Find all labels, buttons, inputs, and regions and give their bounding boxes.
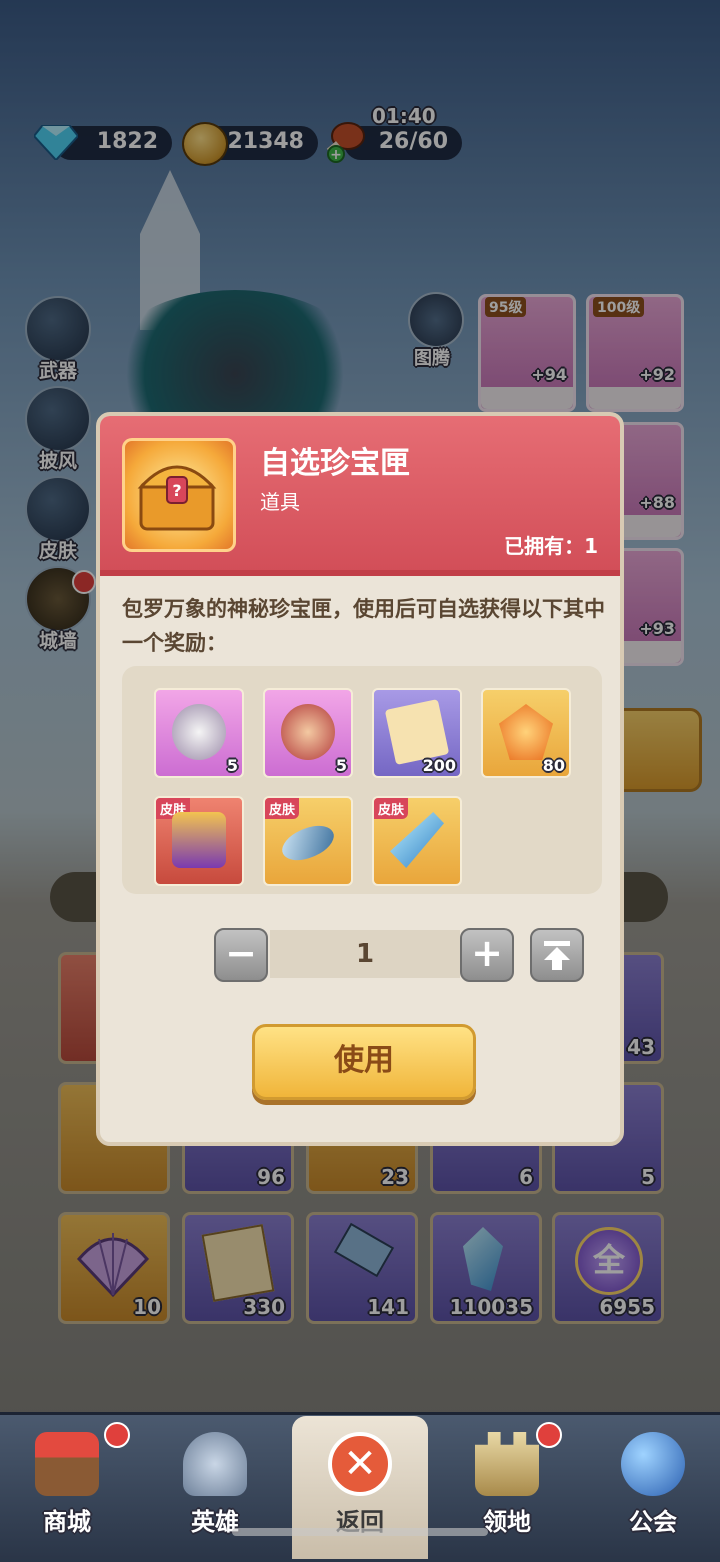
planet-icon xyxy=(621,1432,685,1496)
shop-icon xyxy=(35,1432,99,1496)
reward-item[interactable]: 5 xyxy=(154,688,244,778)
close-icon: ✕ xyxy=(328,1432,392,1496)
reward-item[interactable]: 皮肤 xyxy=(154,796,244,886)
hero-white-hair-icon xyxy=(172,704,226,760)
modal-subtitle: 道具 xyxy=(260,490,300,514)
reward-item[interactable]: 皮肤 xyxy=(372,796,462,886)
skin-tag: 皮肤 xyxy=(265,798,300,819)
purple-chest-icon xyxy=(172,812,226,868)
arrow-up-max-icon xyxy=(544,941,570,970)
treasure-chest-icon: ? xyxy=(122,438,236,552)
use-button[interactable]: 使用 xyxy=(252,1024,476,1100)
reward-qty: 5 xyxy=(335,756,347,775)
home-indicator xyxy=(232,1528,488,1536)
helmet-icon xyxy=(183,1432,247,1496)
minus-button[interactable]: − xyxy=(214,928,268,982)
plus-button[interactable]: + xyxy=(460,928,514,982)
reward-item[interactable]: 5 xyxy=(263,688,353,778)
reward-qty: 200 xyxy=(422,756,456,775)
notification-dot xyxy=(104,1422,130,1448)
crystal-sword-icon xyxy=(390,812,444,868)
nav-guild[interactable]: 公会 xyxy=(588,1418,718,1548)
quantity-value[interactable]: 1 xyxy=(270,930,460,978)
skin-tag: 皮肤 xyxy=(374,798,409,819)
quantity-stepper: − 1 + xyxy=(214,928,584,982)
owned-count: 已拥有：1 xyxy=(504,534,598,558)
hero-red-robe-icon xyxy=(281,704,335,760)
reward-item[interactable]: 皮肤 xyxy=(263,796,353,886)
amber-stone-icon xyxy=(499,704,553,760)
nav-guild-label: 公会 xyxy=(629,1508,677,1536)
reward-qty: 80 xyxy=(542,756,565,775)
modal-description: 包罗万象的神秘珍宝匣，使用后可自选获得以下其中一个奖励： xyxy=(122,597,605,655)
nav-shop-label: 商城 xyxy=(43,1508,91,1536)
reward-qty: 5 xyxy=(226,756,238,775)
reward-item[interactable]: 80 xyxy=(481,688,571,778)
item-detail-modal: ? 自选珍宝匣 道具 已拥有：1 包罗万象的神秘珍宝匣，使用后可自选获得以下其中… xyxy=(96,412,624,1146)
notification-dot xyxy=(536,1422,562,1448)
svg-text:?: ? xyxy=(172,481,181,500)
modal-title: 自选珍宝匣 xyxy=(260,446,410,481)
swordfish-icon xyxy=(277,816,339,870)
reward-panel: 5 5 200 80 皮肤 皮肤 皮肤 xyxy=(122,666,602,894)
max-button[interactable] xyxy=(530,928,584,982)
castle-icon xyxy=(475,1432,539,1496)
modal-header: ? 自选珍宝匣 道具 已拥有：1 xyxy=(100,416,620,576)
reward-item[interactable]: 200 xyxy=(372,688,462,778)
